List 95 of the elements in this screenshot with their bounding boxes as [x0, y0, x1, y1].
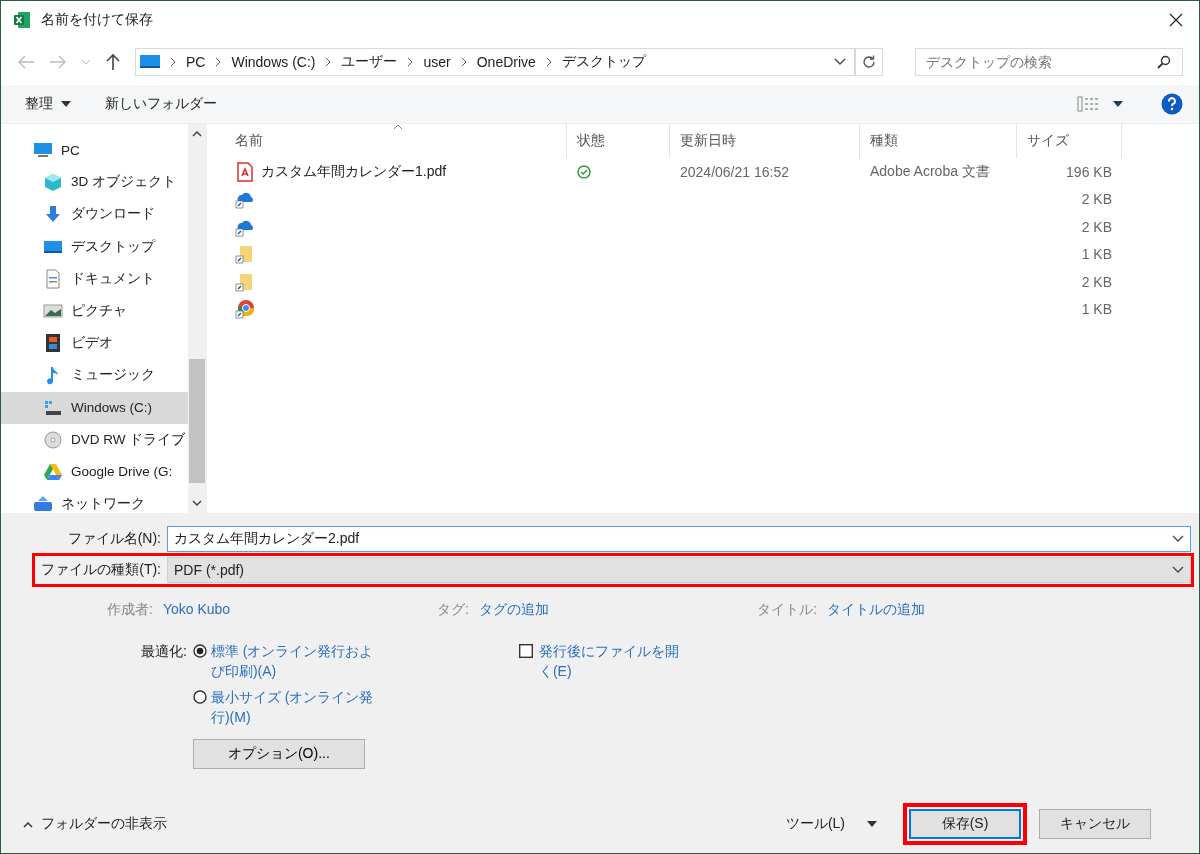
nav-item[interactable]: デスクトップ — [1, 230, 188, 263]
radio-label[interactable]: 最小サイズ (オンライン発行)(M) — [210, 687, 386, 727]
scrollbar[interactable] — [188, 124, 206, 513]
nav-item[interactable]: ピクチャ — [1, 294, 188, 328]
folder-shortcut-icon — [235, 244, 255, 265]
column-header[interactable]: サイズ — [1017, 124, 1122, 158]
chevron-right-icon — [460, 57, 467, 67]
file-size: 1 KB — [1081, 301, 1112, 318]
property-label: 作成者: — [107, 601, 153, 619]
checkbox-label[interactable]: 発行後にファイルを開く(E) — [538, 641, 689, 681]
nav-item[interactable]: ネットワーク — [1, 488, 188, 513]
cube-icon — [43, 172, 63, 193]
up-arrow-icon[interactable] — [105, 53, 121, 71]
chevron-right-icon — [215, 57, 222, 67]
file-size: 196 KB — [1066, 163, 1112, 180]
nav-item[interactable]: ドキュメント — [1, 262, 188, 295]
monitor-icon — [140, 54, 160, 70]
refresh-button[interactable] — [855, 48, 883, 76]
file-type: Adobe Acroba 文書 — [870, 162, 990, 181]
chevron-down-icon — [1172, 566, 1184, 574]
chevron-up-icon — [23, 820, 33, 828]
pdf-file-icon — [235, 161, 255, 182]
file-name-label: ファイル名(N): — [66, 530, 162, 548]
cancel-button[interactable]: キャンセル — [1039, 809, 1151, 839]
new-folder-button[interactable]: 新しいフォルダー — [95, 91, 227, 117]
scroll-down-icon[interactable] — [192, 500, 202, 507]
options-button[interactable]: オプション(O)... — [192, 739, 365, 769]
file-size: 1 KB — [1081, 246, 1112, 263]
property-link[interactable]: Yoko Kubo — [162, 601, 231, 619]
breadcrumb[interactable]: ユーザー — [341, 53, 398, 71]
folder-shortcut-icon — [235, 271, 255, 292]
close-icon[interactable] — [1169, 13, 1183, 27]
nav-item[interactable]: Google Drive (G: — [1, 455, 188, 489]
checkbox[interactable] — [518, 644, 533, 658]
film-icon — [43, 333, 63, 354]
network-icon — [33, 494, 53, 513]
browser-shortcut-icon — [235, 299, 255, 320]
spreadsheet-app-icon — [13, 11, 31, 29]
caret-icon — [61, 101, 71, 107]
save-button[interactable]: 保存(S) — [909, 809, 1021, 839]
column-header[interactable]: 更新日時 — [670, 124, 860, 158]
sort-caret-icon — [393, 124, 403, 130]
nav-item[interactable]: DVD RW ドライブ — [1, 423, 188, 456]
property-link[interactable]: タグの追加 — [478, 601, 549, 619]
chevron-right-icon — [170, 57, 176, 67]
breadcrumb[interactable]: デスクトップ — [561, 53, 646, 71]
file-name-field[interactable]: カスタム年間カレンダー2.pdf — [167, 526, 1191, 552]
chevron-down-icon[interactable] — [834, 58, 846, 66]
chevron-right-icon — [545, 57, 552, 67]
breadcrumb[interactable]: OneDrive — [476, 54, 536, 70]
column-header[interactable]: 名前 — [235, 124, 567, 158]
organize-menu-button[interactable]: 整理 — [15, 91, 81, 117]
nav-item[interactable]: PC — [1, 134, 188, 167]
file-size: 2 KB — [1081, 273, 1112, 290]
tools-menu-button[interactable]: ツール(L) — [779, 814, 883, 834]
disc-icon — [43, 429, 63, 450]
column-header[interactable]: 状態 — [567, 124, 670, 158]
breadcrumb[interactable]: user — [423, 54, 451, 70]
hide-folders-button[interactable]: フォルダーの非表示 — [17, 814, 173, 834]
address-bar[interactable]: PC Windows (C:) ユーザー user OneDrive デスクトップ — [135, 48, 855, 76]
file-type-dropdown[interactable]: PDF (*.pdf) — [167, 557, 1191, 583]
nav-item[interactable]: ダウンロード — [1, 198, 188, 231]
search-icon — [1157, 55, 1171, 69]
nav-item[interactable]: 3D オブジェクト — [1, 166, 188, 199]
property-link[interactable]: タイトルの追加 — [826, 601, 925, 619]
document-icon — [43, 268, 63, 289]
file-type-label: ファイルの種類(T): — [40, 561, 162, 579]
property-label: タイトル: — [757, 601, 817, 619]
chevron-right-icon — [325, 57, 332, 67]
nav-item[interactable]: ビデオ — [1, 327, 188, 360]
window-title: 名前を付けて保存 — [41, 11, 153, 29]
scroll-up-icon[interactable] — [192, 130, 202, 137]
breadcrumb[interactable]: Windows (C:) — [231, 54, 316, 70]
help-icon[interactable] — [1161, 93, 1183, 115]
nav-item[interactable]: Windows (C:) — [1, 391, 188, 424]
nav-item[interactable]: ミュージック — [1, 359, 188, 392]
radio-button[interactable] — [192, 644, 207, 658]
radio-button[interactable] — [192, 690, 207, 704]
file-name[interactable]: カスタム年間カレンダー1.pdf — [261, 162, 447, 181]
chevron-down-icon — [1172, 535, 1184, 543]
radio-label[interactable]: 標準 (オンライン発行および印刷)(A) — [210, 641, 386, 681]
caret-down-icon[interactable] — [1113, 101, 1123, 107]
property-label: タグ: — [437, 601, 469, 619]
search-field[interactable]: デスクトップの検索 — [915, 48, 1183, 76]
file-size: 2 KB — [1081, 191, 1112, 208]
triangle-logo-icon — [43, 461, 63, 482]
column-header[interactable]: 種類 — [860, 124, 1017, 158]
modified-date: 2024/06/21 16:52 — [680, 163, 789, 180]
scroll-thumb[interactable] — [189, 359, 205, 483]
refresh-icon — [862, 55, 876, 69]
file-size: 2 KB — [1081, 218, 1112, 235]
optimize-label: 最適化: — [141, 642, 187, 661]
breadcrumb[interactable]: PC — [186, 54, 206, 70]
chevron-right-icon — [407, 57, 414, 67]
caret-icon — [867, 821, 877, 827]
